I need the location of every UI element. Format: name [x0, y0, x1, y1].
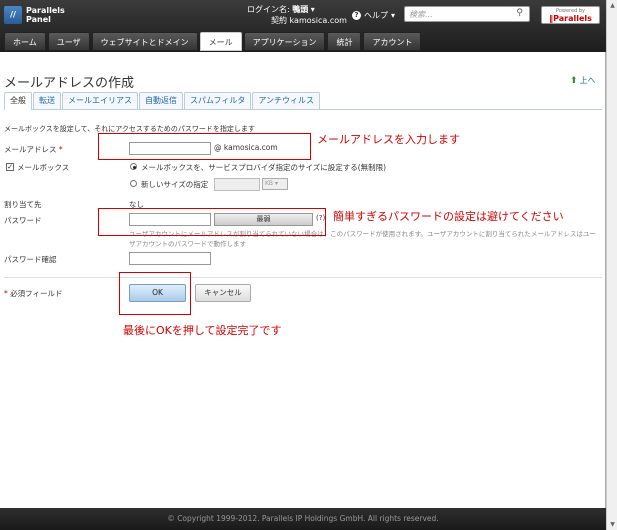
main-nav: ホーム ユーザ ウェブサイトとドメイン メール アプリケーション 統計 アカウン…: [4, 32, 422, 51]
chevron-down-icon: ▾: [391, 11, 396, 20]
size-unit-select[interactable]: KB ▾: [262, 178, 288, 190]
up-level-link[interactable]: ⬆ 上へ: [570, 75, 596, 86]
password-label: パスワード: [4, 216, 42, 225]
help-icon: ?: [352, 11, 361, 20]
tab-autoreply[interactable]: 自動返信: [139, 92, 183, 109]
nav-tab-statistics[interactable]: 統計: [327, 32, 362, 51]
logo-line2: Panel: [26, 15, 51, 24]
tab-aliases[interactable]: メールエイリアス: [62, 92, 138, 109]
parallels-logo-icon: //: [4, 6, 22, 24]
nav-tab-users[interactable]: ユーザ: [47, 32, 90, 51]
mailbox-size-field[interactable]: [214, 178, 260, 191]
footer-copyright: © Copyright 1999-2012. Parallels IP Hold…: [0, 508, 606, 530]
assigned-label: 割り当て先: [4, 200, 42, 209]
up-arrow-icon: ⬆: [570, 75, 578, 86]
confirm-password-field[interactable]: [129, 252, 211, 265]
tab-forwarding[interactable]: 転送: [33, 92, 61, 109]
scroll-up-icon[interactable]: ▲: [608, 1, 617, 10]
annotation-box-password: [98, 208, 326, 236]
email-label: メールアドレス *: [4, 145, 63, 154]
annotation-box-email: [98, 133, 311, 160]
annotation-box-ok: [119, 272, 191, 315]
search-icon[interactable]: ⚲: [516, 8, 523, 18]
chevron-down-icon: ▾: [274, 180, 278, 187]
tab-antivirus[interactable]: アンチウィルス: [252, 92, 321, 109]
annotation-password: 簡単すぎるパスワードの設定は避けてください: [333, 210, 564, 223]
nav-tab-home[interactable]: ホーム: [4, 32, 46, 51]
page-title: メールアドレスの作成: [4, 76, 135, 91]
annotation-email: メールアドレスを入力します: [317, 133, 460, 146]
mailbox-checkbox[interactable]: ✓: [6, 163, 14, 171]
scrollbar[interactable]: ▲ ▼: [606, 0, 617, 530]
mailbox-size-default-label: メールボックスを、サービスプロバイダ指定のサイズに設定する(無制限): [141, 163, 387, 172]
logo-line1: Parallels: [26, 6, 65, 15]
help-menu[interactable]: ? ヘルプ ▾: [352, 10, 395, 21]
login-info: ログイン名: 鴨頭 ▾ 契約 kamosica.com: [247, 4, 347, 26]
top-header: // Parallels Panel ログイン名: 鴨頭 ▾ 契約 kamosi…: [0, 0, 606, 52]
confirm-password-label: パスワード確認: [4, 255, 57, 264]
up-label: 上へ: [579, 76, 596, 85]
chevron-down-icon: ▾: [310, 5, 315, 14]
powered-by-badge: Powered by ‖Parallels: [541, 6, 600, 24]
contract-domain[interactable]: kamosica.com: [290, 16, 347, 25]
search-input[interactable]: 検索... ⚲: [404, 6, 530, 22]
help-label: ヘルプ: [364, 11, 388, 20]
mailbox-label: メールボックス: [17, 163, 70, 172]
scroll-down-icon[interactable]: ▼: [608, 520, 617, 529]
login-name[interactable]: 鴨頭: [292, 5, 308, 14]
contract-label: 契約: [271, 16, 287, 25]
mailbox-size-default-radio[interactable]: [130, 163, 137, 170]
mailbox-size-custom-radio[interactable]: [130, 180, 137, 187]
nav-tab-websites[interactable]: ウェブサイトとドメイン: [91, 32, 198, 51]
search-placeholder: 検索...: [409, 10, 433, 19]
required-field-note: * 必須フィールド: [4, 289, 63, 298]
nav-tab-mail[interactable]: メール: [199, 32, 242, 51]
form-divider: [4, 277, 602, 278]
annotation-ok: 最後にOKを押して設定完了です: [123, 324, 282, 337]
browser-frame: // Parallels Panel ログイン名: 鴨頭 ▾ 契約 kamosi…: [0, 0, 606, 530]
nav-tab-account[interactable]: アカウント: [363, 32, 422, 51]
nav-tab-applications[interactable]: アプリケーション: [243, 32, 326, 51]
tab-general[interactable]: 全般: [4, 92, 32, 110]
powered-brand: ‖Parallels: [549, 14, 592, 23]
mailbox-size-custom-label: 新しいサイズの指定: [141, 180, 209, 189]
tab-spam-filter[interactable]: スパムフィルタ: [184, 92, 252, 109]
login-label: ログイン名:: [247, 5, 290, 14]
parallels-logo[interactable]: // Parallels Panel: [4, 6, 65, 24]
settings-tabs: 全般 転送 メールエイリアス 自動返信 スパムフィルタ アンチウィルス: [4, 92, 602, 110]
cancel-button[interactable]: キャンセル: [195, 284, 251, 302]
